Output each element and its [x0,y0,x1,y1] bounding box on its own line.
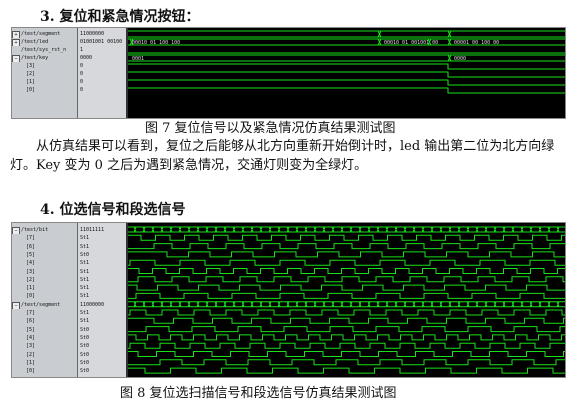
bit-waveform [128,367,565,374]
collapse-icon[interactable]: − [12,227,20,234]
signal-row[interactable]: [7] [12,309,77,317]
signal-row[interactable]: [3] [12,62,77,70]
signal-value: St0 [80,351,90,358]
signal-row[interactable]: +/test/led [12,38,77,46]
signal-names-column: −/test/bit [7] [6] [5] [4] [3] [2] [1] [0] −/test… [12,223,78,377]
waveform-panel-1: +/test/segment +/test/led /test/sys_rst_… [11,27,566,119]
signal-value: 11011111 [80,227,105,233]
bit-waveform [128,359,565,366]
expand-icon[interactable]: + [12,39,20,46]
signal-row[interactable]: −/test/segment [12,301,77,309]
section-4-heading: 4. 位选信号和段选信号 [40,202,186,218]
signal-row[interactable]: [5] [12,251,77,259]
collapse-icon[interactable]: − [12,55,20,62]
figure-7-caption: 图 7 复位信号以及紧急情况仿真结果测试图 [145,121,396,136]
bit-waveform [128,342,565,349]
signal-row[interactable]: [0] [12,86,77,94]
bit-waveform [128,309,565,316]
signal-value: St1 [80,276,90,283]
bit-waveform [128,326,565,333]
signal-row[interactable]: [2] [12,276,77,284]
signal-row[interactable]: [2] [12,351,77,359]
signal-value: St1 [80,310,90,316]
signal-value: St1 [80,318,90,325]
signal-value: St0 [80,334,90,341]
signal-row[interactable]: [0] [12,367,77,375]
signal-value: St0 [80,343,90,350]
signal-row[interactable]: +/test/segment [12,30,77,38]
bit-waveform [128,334,565,341]
signal-value: St0 [80,368,90,375]
expand-icon[interactable]: + [12,31,20,38]
bit-waveform [128,276,565,283]
bus-label: 0000 [454,56,466,62]
signal-value: 11000000 [80,301,105,308]
bit-waveform [128,292,565,299]
signal-values-column: 11011111 St1 St1 St0 St1 St1 St1 St1 St1 11000000… [78,223,128,377]
signal-row[interactable]: −/test/bit [12,226,77,234]
signal-value: St1 [80,285,90,292]
signal-value: St1 [80,268,90,275]
bus-waveform [128,301,565,308]
bus-label: 0001 [132,56,144,62]
signal-value: St0 [80,326,90,333]
signal-row[interactable]: [3] [12,268,77,276]
bus-label: 00001 00 100 00 [454,40,499,46]
bus-label: 00010 01 001001 00 [384,40,438,46]
signal-row[interactable]: [7] [12,234,77,242]
signal-row[interactable]: [1] [12,284,77,292]
signal-row[interactable]: [1] [12,78,77,86]
signal-value: St0 [80,359,90,366]
bit-waveform [128,243,565,250]
signal-row[interactable]: [4] [12,259,77,267]
signal-names-column: +/test/segment +/test/led /test/sys_rst_… [12,28,78,118]
bit-waveform [128,251,565,258]
signal-row[interactable]: [4] [12,334,77,342]
signal-values-column: 11000000 01001001 00100 1 0000 0 0 0 0 [78,28,128,118]
waveform-plot-1[interactable]: 00010 01 100 100 00010 01 001001 00 0000… [128,28,565,118]
signal-row[interactable]: −/test/key [12,54,77,62]
body-paragraph: 从仿真结果可以看到，复位之后能够从北方向重新开始倒计时，led 输出第二位为北方… [10,139,555,173]
bit-waveform [128,317,565,324]
collapse-icon[interactable]: − [12,301,20,309]
signal-value: St0 [80,251,90,258]
signal-value: St1 [80,260,90,267]
signal-row[interactable]: [5] [12,326,77,334]
bit-waveform [128,351,565,357]
signal-row[interactable]: [1] [12,359,77,367]
signal-row[interactable]: /test/sys_rst_n [12,46,77,54]
bus-waveform [128,226,565,233]
waveform-panel-2: −/test/bit [7] [6] [5] [4] [3] [2] [1] [0] −/test… [11,222,566,378]
signal-value: St1 [80,235,90,242]
bit-waveform [128,259,565,266]
bus-label: 00010 01 100 100 [132,40,180,46]
signal-value: St1 [80,243,90,250]
signal-row[interactable]: [0] [12,292,77,300]
signal-value: St1 [80,293,90,300]
bit-waveform [128,234,565,241]
signal-row[interactable]: [6] [12,317,77,325]
bit-waveform [128,268,565,274]
signal-row[interactable]: [2] [12,70,77,78]
waveform-plot-2[interactable] [128,223,565,377]
figure-8-caption: 图 8 复位选扫描信号和段选信号仿真结果测试图 [120,386,397,401]
signal-row[interactable]: [6] [12,243,77,251]
signal-row[interactable]: [3] [12,342,77,350]
section-3-heading: 3. 复位和紧急情况按钮： [40,9,200,25]
bit-waveform [128,284,565,291]
